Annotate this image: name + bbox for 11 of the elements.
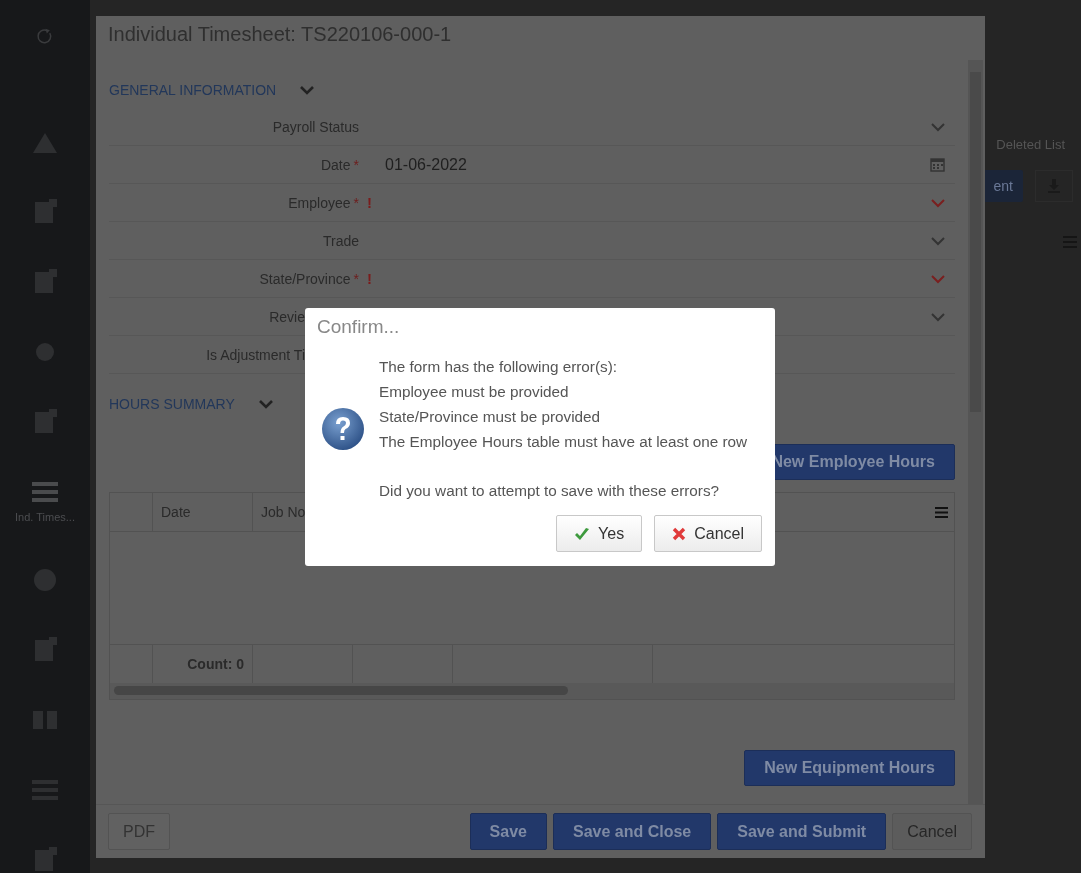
dialog-title: Confirm... [317,316,401,338]
error-message: The Employee Hours table must have at least one row [379,432,748,452]
error-message: State/Province must be provided [379,407,602,427]
required-mark: * [353,156,359,173]
error-message: Employee must be provided [379,382,570,402]
error-mark: ! [367,193,372,211]
required-mark: * [353,194,359,211]
question-text: Did you want to attempt to save with these errors? [379,481,721,501]
error-message: The form has the following error(s): [379,357,619,377]
required-mark: * [353,270,359,287]
error-mark: ! [367,269,372,287]
